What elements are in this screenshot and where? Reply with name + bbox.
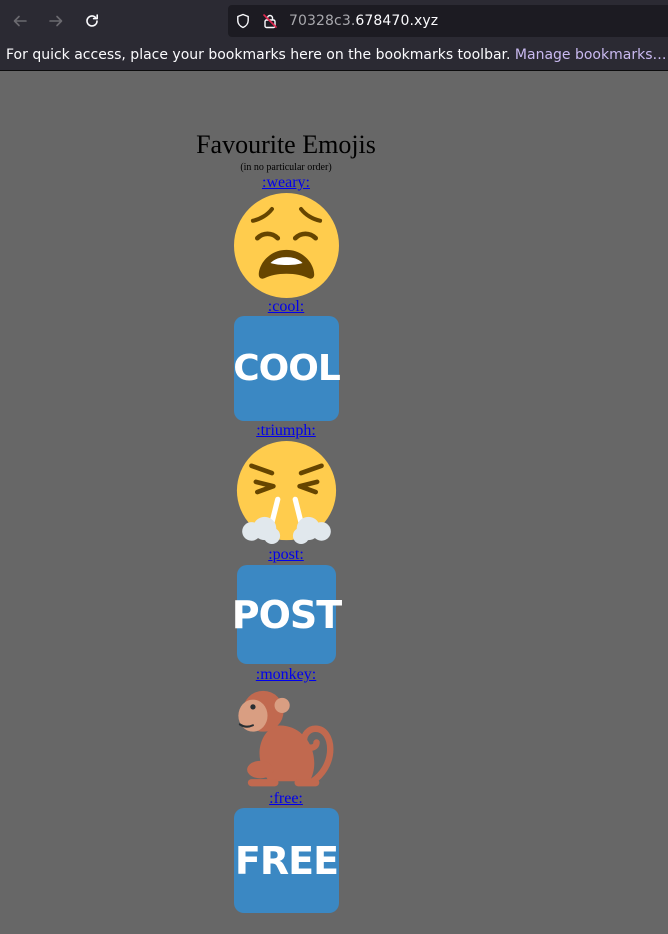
reload-icon <box>86 14 98 27</box>
url-domain: 678470.xyz <box>355 13 439 29</box>
back-button[interactable] <box>8 9 32 33</box>
manage-bookmarks-link[interactable]: Manage bookmarks… <box>515 47 667 63</box>
shield-icon[interactable] <box>235 13 251 29</box>
url-text[interactable]: 70328c3.678470.xyz <box>289 13 438 29</box>
emoji-link-free[interactable]: :free: <box>136 790 436 808</box>
reload-button[interactable] <box>80 9 104 33</box>
weary-face-icon[interactable] <box>234 193 339 298</box>
monkey-icon[interactable] <box>234 685 339 790</box>
url-subdomain: 70328c3. <box>289 13 356 29</box>
bookmarks-message: For quick access, place your bookmarks h… <box>6 47 666 63</box>
emoji-link-post[interactable]: :post: <box>136 546 436 564</box>
browser-toolbar: 70328c3.678470.xyz <box>0 0 668 42</box>
forward-arrow-icon <box>49 15 63 27</box>
page-title: Favourite Emojis <box>196 130 376 159</box>
insecure-lock-icon[interactable] <box>262 13 278 29</box>
bookmarks-hint-text: For quick access, place your bookmarks h… <box>6 47 511 63</box>
emoji-link-cool[interactable]: :cool: <box>136 298 436 316</box>
back-arrow-icon <box>13 15 27 27</box>
emoji-link-weary[interactable]: :weary: <box>136 174 436 192</box>
post-button-icon[interactable]: POST <box>232 565 342 664</box>
url-bar[interactable]: 70328c3.678470.xyz <box>228 5 668 37</box>
free-button-icon[interactable]: FREE <box>234 808 339 913</box>
page-content: Favourite Emojis (in no particular order… <box>0 71 668 934</box>
emoji-link-monkey[interactable]: :monkey: <box>136 666 436 684</box>
emoji-link-triumph[interactable]: :triumph: <box>136 422 436 440</box>
triumph-face-icon[interactable] <box>234 441 339 546</box>
bookmarks-toolbar: For quick access, place your bookmarks h… <box>0 42 668 71</box>
page-subtitle: (in no particular order) <box>240 162 332 173</box>
cool-button-icon[interactable]: COOL <box>233 316 341 421</box>
forward-button[interactable] <box>44 9 68 33</box>
